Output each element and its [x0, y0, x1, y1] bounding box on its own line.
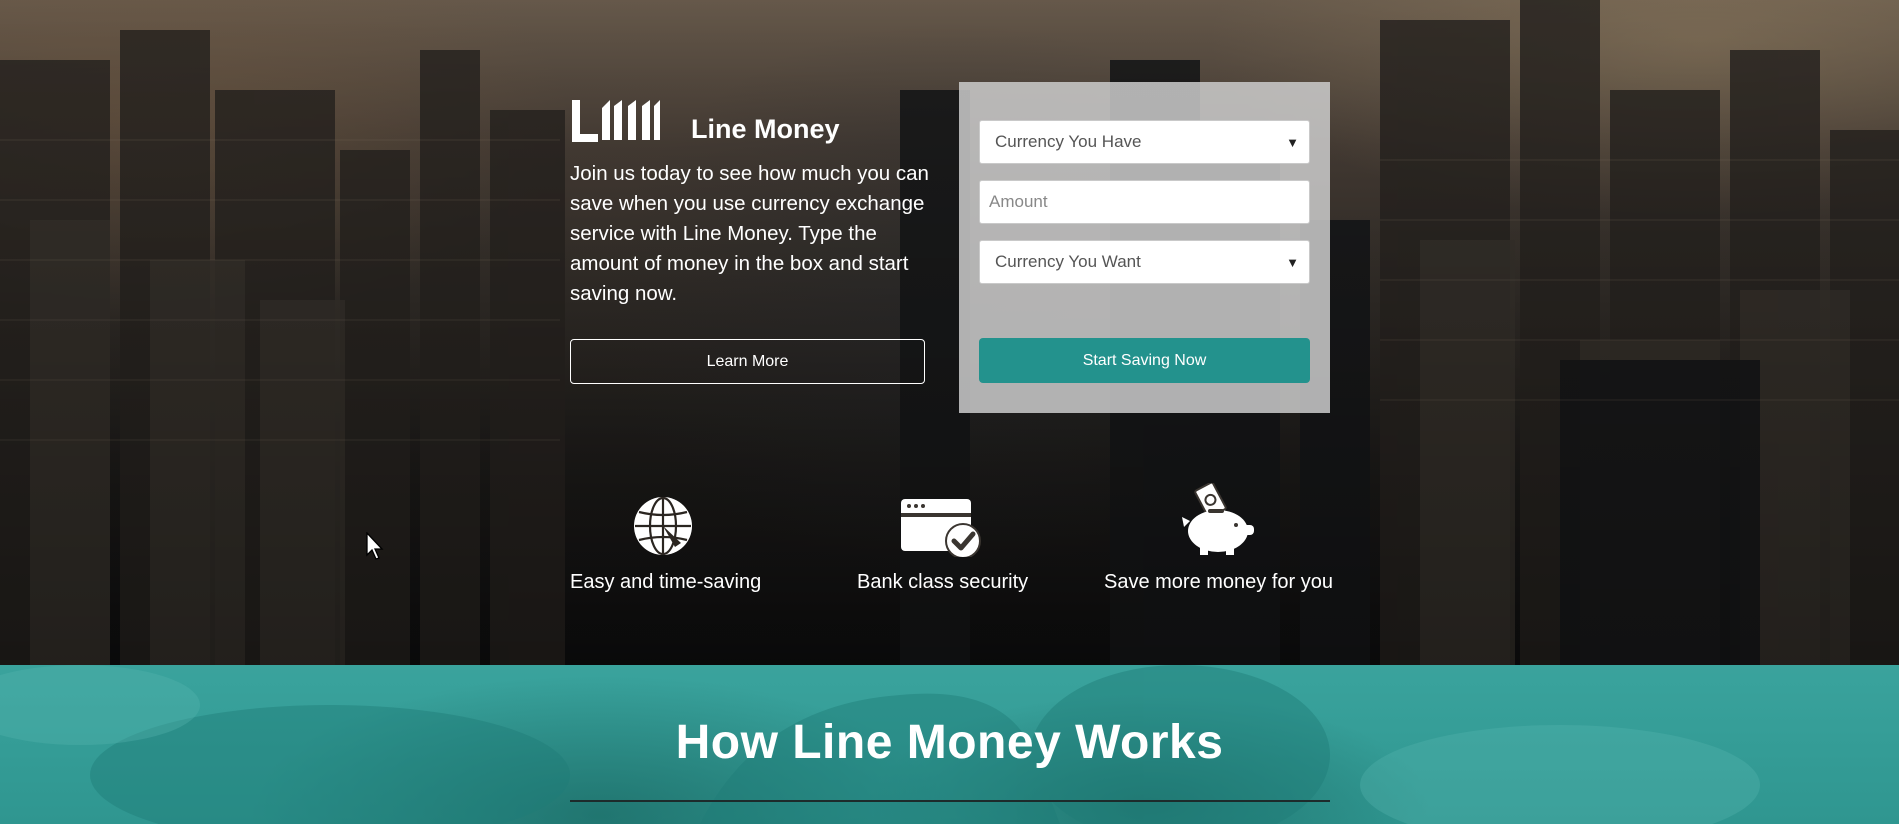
hero-section: Line Money Join us today to see how much… — [0, 0, 1899, 665]
feature-label: Bank class security — [857, 571, 1029, 593]
brand-name: Line Money — [691, 114, 840, 144]
currency-have-value: Currency You Have — [995, 132, 1142, 151]
how-it-works-section: How Line Money Works — [0, 665, 1899, 824]
brand: Line Money — [570, 96, 840, 144]
caret-down-icon: ▼ — [1286, 254, 1299, 270]
amount-input[interactable]: Amount — [979, 180, 1310, 224]
section-title: How Line Money Works — [675, 716, 1224, 769]
globe-clock-icon — [634, 496, 692, 556]
feature-security: Bank class security — [857, 495, 1029, 594]
caret-down-icon: ▼ — [1286, 134, 1299, 150]
title-divider — [570, 800, 1330, 802]
learn-more-button[interactable]: Learn More — [570, 339, 925, 384]
feature-save-money: Save more money for you — [1104, 483, 1333, 594]
card-check-icon — [901, 499, 981, 557]
currency-want-select[interactable]: Currency You Want ▼ — [979, 240, 1310, 284]
feature-label: Save more money for you — [1104, 571, 1333, 593]
currency-want-value: Currency You Want — [995, 252, 1141, 271]
mouse-cursor-icon — [366, 532, 384, 560]
feature-easy: Easy and time-saving — [570, 495, 762, 594]
start-saving-button[interactable]: Start Saving Now — [979, 338, 1310, 383]
currency-have-select[interactable]: Currency You Have ▼ — [979, 120, 1310, 164]
line-money-logo — [572, 100, 660, 142]
intro-text: Join us today to see how much you can sa… — [570, 162, 929, 305]
exchange-form: Currency You Have ▼ Amount Currency You … — [959, 82, 1330, 413]
piggy-bank-icon — [1182, 483, 1254, 555]
feature-label: Easy and time-saving — [570, 571, 762, 593]
